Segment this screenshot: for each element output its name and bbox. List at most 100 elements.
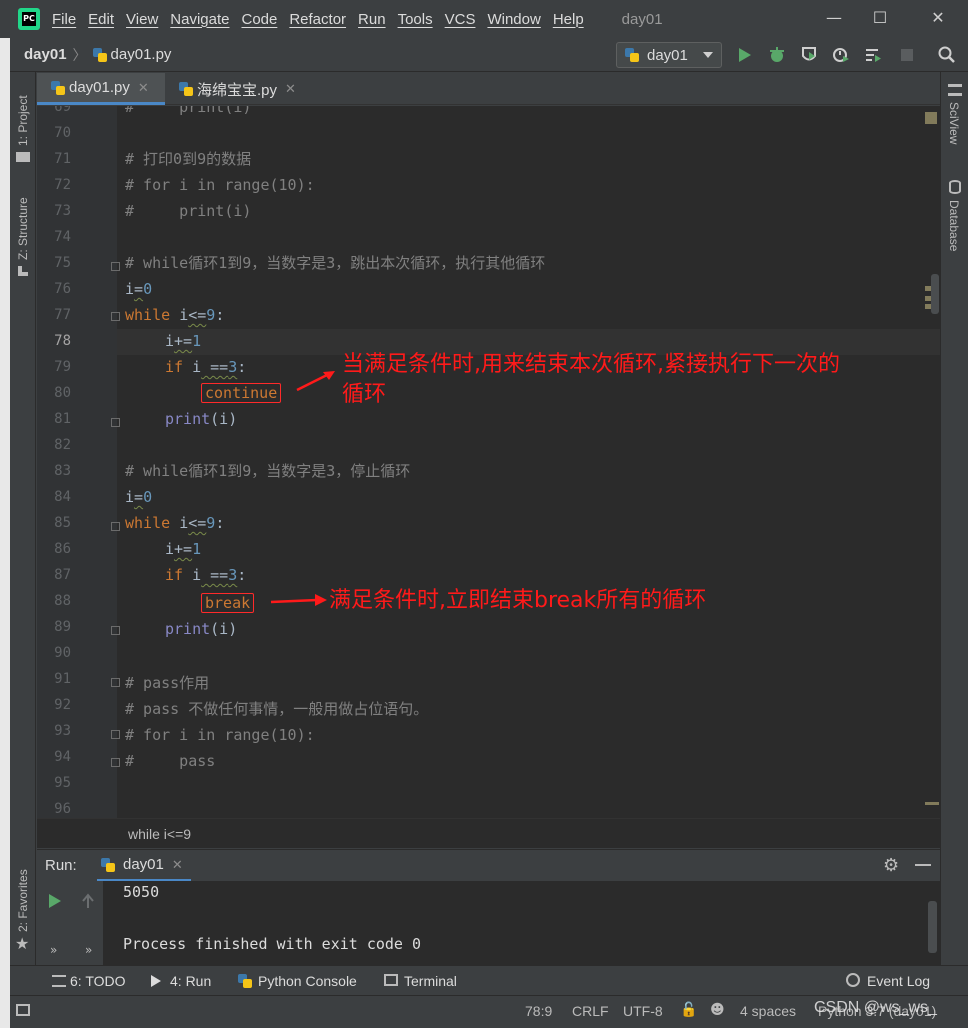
tool-favorites-label: 2: Favorites (16, 869, 30, 932)
coverage-icon[interactable] (798, 44, 820, 66)
scroll-up-icon[interactable] (81, 893, 95, 909)
tool-window-bar: 6: TODO 4: Run Python Console Terminal E… (10, 965, 968, 995)
menu-window[interactable]: Window (487, 11, 540, 28)
tool-todo[interactable]: 6: TODO (70, 966, 126, 996)
code-line-75: # while循环1到9，当数字是3，跳出本次循环，执行其他循环 (125, 254, 546, 272)
console-scrollbar-thumb[interactable] (928, 901, 937, 953)
folder-icon (16, 152, 30, 162)
tab-day01-py[interactable]: day01.py ✕ (37, 73, 165, 105)
code-breadcrumb[interactable]: while i<=9 (37, 818, 940, 848)
fold-marker-icon[interactable] (111, 522, 120, 531)
tool-sciview[interactable]: SciView (947, 102, 961, 144)
tool-terminal[interactable]: Terminal (404, 966, 457, 996)
fold-marker-icon[interactable] (111, 262, 120, 271)
tool-structure-label: Z: Structure (16, 197, 30, 260)
menu-code[interactable]: Code (241, 11, 277, 28)
rerun-icon[interactable] (48, 893, 62, 909)
line-number: 81 (54, 411, 71, 427)
right-tool-strip: SciView Database (940, 72, 968, 965)
line-number: 86 (54, 541, 71, 557)
close-tab-icon[interactable]: ✕ (285, 81, 296, 97)
menu-file[interactable]: File (52, 11, 76, 28)
tool-structure[interactable]: Z: Structure (10, 182, 36, 282)
menu-navigate[interactable]: Navigate (170, 11, 229, 28)
expand-toolbar-icon[interactable]: » (50, 943, 57, 957)
search-icon[interactable] (936, 44, 958, 66)
inspector-icon[interactable]: ☻ (710, 1002, 725, 1018)
line-number: 77 (54, 307, 71, 323)
concurrency-icon[interactable] (862, 44, 884, 66)
code-line-87: if i ==3: (165, 566, 247, 584)
run-tab-day01[interactable]: day01 ✕ (97, 850, 191, 882)
status-encoding[interactable]: UTF-8 (623, 996, 663, 1026)
menu-view[interactable]: View (126, 11, 158, 28)
run-icon[interactable] (734, 44, 756, 66)
hide-panel-icon[interactable] (915, 864, 931, 866)
todo-icon (52, 975, 66, 987)
python-icon (625, 48, 639, 62)
run-console-output[interactable]: 5050 Process finished with exit code 0 (103, 881, 940, 965)
fold-marker-icon[interactable] (111, 312, 120, 321)
python-file-icon (51, 80, 65, 95)
tool-database[interactable]: Database (947, 200, 961, 251)
code-editor[interactable]: 69 70 71 72 73 74 75 76 77 78 79 80 81 82 83 84 85 86 87 88… (37, 106, 940, 818)
lock-icon[interactable]: 🔓 (680, 1002, 697, 1018)
tool-project[interactable]: 1: Project (10, 78, 36, 168)
editor-scrollbar-thumb[interactable] (931, 274, 939, 314)
gear-icon[interactable]: ⚙ (883, 855, 899, 876)
tab-haimianbaobao-py[interactable]: 海绵宝宝.py ✕ (165, 73, 305, 105)
close-tab-icon[interactable]: ✕ (138, 80, 149, 96)
fold-marker-icon[interactable] (111, 730, 120, 739)
star-icon: ★ (15, 936, 30, 953)
minimize-icon[interactable]: — (824, 8, 844, 27)
line-number: 83 (54, 463, 71, 479)
fold-marker-icon[interactable] (111, 418, 120, 427)
python-file-icon (92, 47, 107, 62)
close-run-tab-icon[interactable]: ✕ (172, 857, 183, 873)
code-line-76: i=0 (125, 280, 153, 298)
debug-icon[interactable] (766, 44, 788, 66)
run-configuration-label: day01 (647, 46, 688, 64)
python-file-icon (179, 82, 193, 96)
stop-icon[interactable] (896, 44, 918, 66)
tab-label: 海绵宝宝.py (197, 81, 278, 99)
line-number: 71 (54, 151, 71, 167)
fold-marker-icon[interactable] (111, 626, 120, 635)
warning-marker[interactable] (925, 802, 939, 805)
code-line-71: # 打印0到9的数据 (125, 150, 252, 168)
console-line: Process finished with exit code 0 (123, 935, 422, 953)
menu-run[interactable]: Run (358, 11, 386, 28)
menu-help[interactable]: Help (553, 11, 584, 28)
maximize-icon[interactable]: ☐ (870, 8, 890, 27)
tab-label: day01.py (69, 79, 130, 96)
line-number: 85 (54, 515, 71, 531)
line-number: 79 (54, 359, 71, 375)
tool-python-console[interactable]: Python Console (258, 966, 357, 996)
line-number: 69 (54, 106, 71, 115)
line-number: 91 (54, 671, 71, 687)
code-line-69: # print(i) (125, 106, 252, 116)
menu-refactor[interactable]: Refactor (289, 11, 346, 28)
run-configuration-select[interactable]: day01 (616, 42, 722, 68)
menu-edit[interactable]: Edit (88, 11, 114, 28)
code-line-73: # print(i) (125, 202, 252, 220)
breadcrumb-file[interactable]: day01.py (111, 46, 172, 63)
fold-marker-icon[interactable] (111, 758, 120, 767)
tool-event-log[interactable]: Event Log (867, 966, 930, 996)
close-icon[interactable]: ✕ (928, 8, 948, 27)
status-line-separator[interactable]: CRLF (572, 996, 609, 1026)
menu-tools[interactable]: Tools (398, 11, 433, 28)
profile-icon[interactable] (830, 44, 852, 66)
line-number: 84 (54, 489, 71, 505)
status-indent[interactable]: 4 spaces (740, 996, 796, 1026)
breadcrumb-project[interactable]: day01 (24, 46, 67, 63)
tool-run[interactable]: 4: Run (170, 966, 211, 996)
desktop-edge (0, 38, 10, 1028)
expand-toolbar-icon[interactable]: » (85, 943, 92, 957)
status-caret-position[interactable]: 78:9 (525, 996, 552, 1026)
code-line-81: print(i) (165, 410, 238, 428)
fold-marker-icon[interactable] (111, 678, 120, 687)
menu-vcs[interactable]: VCS (445, 11, 476, 28)
tool-favorites[interactable]: 2: Favorites ★ (10, 852, 36, 962)
toggle-tool-windows-icon[interactable] (16, 1004, 30, 1016)
